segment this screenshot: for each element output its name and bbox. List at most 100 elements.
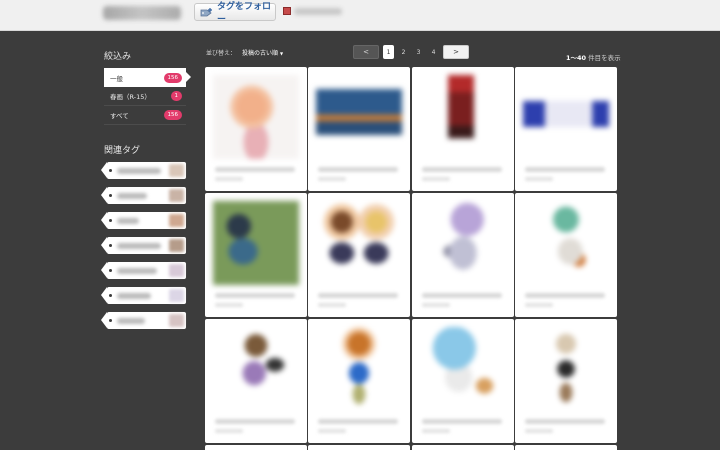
top-header: タグをフォロー [0,0,720,31]
caption-blurred [318,177,347,181]
illustration-card[interactable] [411,445,514,450]
illustration-thumbnail [316,327,403,411]
caption-blurred [215,293,295,298]
caption-blurred [421,429,450,433]
tag-hole-icon [109,269,112,272]
caption-blurred [215,419,295,424]
caption-blurred [421,419,502,424]
illustration-card[interactable] [514,319,617,443]
filter-item-all[interactable]: すべて 156 [104,106,186,125]
sort-dropdown[interactable]: 投稿の古い順 ▼ [242,48,283,57]
tag-hole-icon [109,194,112,197]
related-tag-thumb [169,264,184,277]
caption-blurred [215,303,243,307]
related-tag-text-blurred [117,217,139,224]
count-badge: 1 [170,91,182,101]
related-tag-text-blurred [117,192,147,199]
illustration-card[interactable] [308,445,411,450]
related-tag[interactable] [101,312,186,329]
caption-blurred [318,429,347,433]
caption-blurred [524,303,553,307]
illustration-card[interactable] [308,67,411,191]
filter-label: 春画（R-15） [110,93,151,101]
related-tag-text-blurred [117,267,157,274]
prev-page-button[interactable]: < [353,45,379,59]
illustration-thumbnail [522,327,609,411]
filter-item-general[interactable]: 一般 156 [104,68,191,87]
filter-item-r15[interactable]: 春画（R-15） 1 [104,87,186,106]
caption-blurred [524,167,605,172]
caption-blurred [318,293,399,298]
illustration-card[interactable] [514,67,617,191]
illustration-card[interactable] [308,193,411,317]
sort-label: 並び替え： [206,50,237,57]
related-tag[interactable] [101,162,186,179]
illustration-card[interactable] [308,319,411,443]
illustration-thumbnail [316,201,403,285]
caption-blurred [318,303,347,307]
illustration-thumbnail [419,327,506,411]
illustration-card[interactable] [205,67,307,191]
caption-blurred [215,429,243,433]
caption-blurred [215,167,295,172]
illustration-thumbnail [213,201,299,285]
related-tag[interactable] [101,287,186,304]
related-tag[interactable] [101,187,186,204]
related-tag-thumb [169,239,184,252]
illustration-card[interactable] [411,67,514,191]
follow-tag-button[interactable]: タグをフォロー [194,2,276,25]
follow-tag-label: タグをフォロー [217,2,272,25]
caption-blurred [215,177,243,181]
report-icon[interactable] [283,7,291,15]
illustration-thumbnail [213,75,299,159]
result-range-count: 1〜40 [566,54,587,62]
caption-blurred [524,419,605,424]
related-tag-text-blurred [117,242,161,249]
tag-hole-icon [109,294,112,297]
caption-blurred [524,293,605,298]
related-tag-text-blurred [117,167,161,174]
related-tag[interactable] [101,212,186,229]
illustration-thumbnail [522,201,609,285]
caption-blurred [421,167,502,172]
next-page-button[interactable]: > [443,45,469,59]
related-tag[interactable] [101,237,186,254]
related-tag-thumb [169,189,184,202]
illustration-card[interactable] [411,193,514,317]
illustration-card[interactable] [205,319,307,443]
page-link-1[interactable]: 1 [383,45,394,59]
result-range-suffix: 件目を表示 [586,54,621,62]
tag-title-blurred [103,6,181,20]
caption-blurred [421,177,450,181]
related-tag-thumb [169,214,184,227]
illustration-card[interactable] [514,193,617,317]
pagination: < 1 2 3 4 > [353,45,469,59]
illustration-card[interactable] [514,445,617,450]
filter-list: 一般 156 春画（R-15） 1 すべて 156 [104,68,191,125]
related-tag-thumb [169,164,184,177]
illustration-card[interactable] [205,193,307,317]
tag-hole-icon [109,319,112,322]
sort-control: 並び替え： 投稿の古い順 ▼ [206,48,283,57]
caption-blurred [318,419,399,424]
illustration-card[interactable] [411,319,514,443]
caption-blurred [421,293,502,298]
filter-label: すべて [110,112,129,120]
related-tag[interactable] [101,262,186,279]
header-meta-blurred [294,8,342,15]
illustration-thumbnail [316,89,403,135]
page-link-2[interactable]: 2 [398,45,409,59]
caption-blurred [318,167,399,172]
filter-heading: 絞込み [104,52,132,62]
related-tag-text-blurred [117,292,151,299]
page-link-3[interactable]: 3 [413,45,424,59]
tag-hole-icon [109,219,112,222]
sort-value: 投稿の古い順 [242,50,279,57]
page-link-4[interactable]: 4 [428,45,439,59]
related-tag-text-blurred [117,317,145,324]
tag-hole-icon [109,244,112,247]
related-tags-list [101,162,186,337]
filter-label: 一般 [110,74,123,83]
illustration-card[interactable] [205,445,307,450]
related-tag-thumb [169,289,184,302]
